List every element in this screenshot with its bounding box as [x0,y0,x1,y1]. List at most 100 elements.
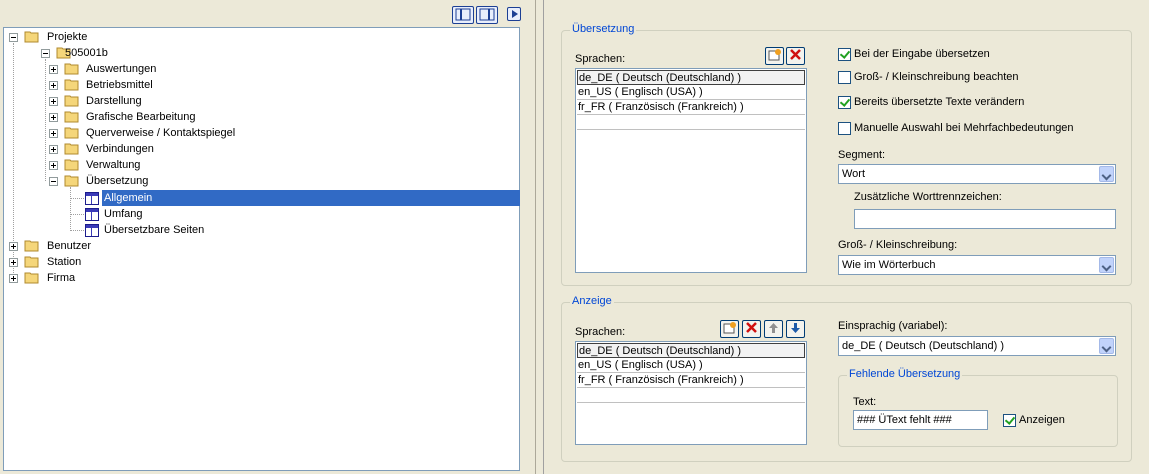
expand-icon[interactable] [9,258,18,267]
collapse-icon[interactable] [49,177,58,186]
tree-node-label: Grafische Bearbeitung [86,111,196,123]
tree-node-betriebsmittel[interactable]: Betriebsmittel [48,77,348,93]
display-group: Anzeige Sprachen: de_DE ( Deutsch (Deuts… [561,295,1132,462]
tree-node-verwaltung[interactable]: Verwaltung [48,157,348,173]
tree-node-umfang[interactable]: Umfang [84,206,284,222]
modify-translated-label: Bereits übersetzte Texte verändern [854,96,1025,108]
tree-node-label: Firma [47,272,76,284]
tree-node-station[interactable]: Station [8,254,208,270]
translate-on-input-checkbox[interactable] [838,48,851,61]
tree-node-darstellung[interactable]: Darstellung [48,93,348,109]
remove-display-language-button[interactable] [742,320,761,338]
translation-languages-list[interactable]: de_DE ( Deutsch (Deutschland) ) en_US ( … [575,68,807,273]
folder-open-icon [24,31,39,43]
list-item-empty[interactable] [577,388,805,403]
expand-icon[interactable] [49,65,58,74]
tree-node-allgemein[interactable]: Allgemein [84,190,520,206]
case-mode-select-value: Wie im Wörterbuch [842,259,936,271]
tree-node-verbindungen[interactable]: Verbindungen [48,141,348,157]
tree-node-auswertungen[interactable]: Auswertungen [48,61,348,77]
monolingual-select-value: de_DE ( Deutsch (Deutschland) ) [842,340,1005,352]
folder-icon [24,240,39,252]
manual-selection-label: Manuelle Auswahl bei Mehrfachbedeutungen [854,122,1074,134]
show-missing-checkbox[interactable] [1003,414,1016,427]
segment-select[interactable]: Wort [838,164,1116,184]
delete-icon [790,49,801,60]
expand-icon[interactable] [49,161,58,170]
list-item-empty[interactable] [577,115,805,130]
monolingual-label: Einsprachig (variabel): [838,320,948,332]
expand-icon[interactable] [49,81,58,90]
folder-icon [64,95,79,107]
list-item[interactable]: de_DE ( Deutsch (Deutschland) ) [577,343,805,358]
expand-icon[interactable] [49,129,58,138]
tree-node-label: Station [47,256,82,268]
missing-translation-group: Fehlende Übersetzung Text: ### ÜText feh… [838,368,1118,447]
folder-icon [64,63,79,75]
navigation-panel: Projekte 505001b Auswertungen Betriebsmi… [0,0,525,474]
chevron-down-icon[interactable] [1099,257,1114,273]
add-display-language-button[interactable] [720,320,739,338]
list-item[interactable]: fr_FR ( Französisch (Frankreich) ) [577,100,805,115]
extra-separators-input[interactable] [854,209,1116,229]
split-view-button[interactable] [452,6,474,24]
display-languages-list[interactable]: de_DE ( Deutsch (Deutschland) ) en_US ( … [575,341,807,445]
tree-node-uebersetzung[interactable]: Übersetzung [48,173,348,189]
settings-panel: Übersetzung Sprachen: de_DE ( Deutsch (D… [543,0,1149,474]
folder-icon [64,159,79,171]
tree-node-benutzer[interactable]: Benutzer [8,238,208,254]
expand-icon[interactable] [9,274,18,283]
move-up-button[interactable] [764,320,783,338]
delete-icon [746,322,757,333]
match-case-checkbox[interactable] [838,71,851,84]
move-down-button[interactable] [786,320,805,338]
tree-line [45,59,47,181]
tree-node-label: Übersetzbare Seiten [104,224,205,236]
expand-icon[interactable] [49,97,58,106]
tree-line [70,187,72,229]
expand-view-button[interactable] [476,6,498,24]
case-mode-label: Groß- / Kleinschreibung: [838,239,958,251]
expand-icon[interactable] [49,145,58,154]
project-tree[interactable]: Projekte 505001b Auswertungen Betriebsmi… [3,27,520,471]
list-item[interactable]: en_US ( Englisch (USA) ) [577,85,805,100]
list-item[interactable]: de_DE ( Deutsch (Deutschland) ) [577,70,805,85]
match-case-label: Groß- / Kleinschreibung beachten [854,71,1019,83]
tree-node-firma[interactable]: Firma [8,270,208,286]
tree-node-project-505001b[interactable]: 505001b [40,45,240,61]
tree-node-querverweise[interactable]: Querverweise / Kontaktspiegel [48,125,348,141]
remove-language-button[interactable] [786,47,805,65]
chevron-down-icon[interactable] [1099,338,1114,354]
page-icon [85,208,99,221]
tree-line [70,214,84,216]
expand-icon[interactable] [49,113,58,122]
tree-node-label: Allgemein [102,190,520,206]
expand-view-icon [479,8,495,21]
modify-translated-checkbox[interactable] [838,96,851,109]
collapse-icon[interactable] [9,33,18,42]
tree-node-label: Projekte [47,31,88,43]
list-item[interactable]: fr_FR ( Französisch (Frankreich) ) [577,373,805,388]
play-button[interactable] [507,7,521,21]
tree-node-label: Auswertungen [86,63,157,75]
missing-text-input[interactable]: ### ÜText fehlt ### [853,410,988,430]
chevron-down-icon[interactable] [1099,166,1114,182]
list-item[interactable]: en_US ( Englisch (USA) ) [577,358,805,373]
missing-text-label: Text: [853,396,877,408]
display-languages-label: Sprachen: [575,326,626,338]
tree-node-projekte[interactable]: Projekte [8,29,208,45]
manual-selection-checkbox[interactable] [838,122,851,135]
case-mode-select[interactable]: Wie im Wörterbuch [838,255,1116,275]
segment-label: Segment: [838,149,886,161]
tree-node-label: 505001b [65,47,108,59]
monolingual-select[interactable]: de_DE ( Deutsch (Deutschland) ) [838,336,1116,356]
panel-splitter[interactable] [525,0,536,474]
display-group-title: Anzeige [570,295,614,307]
show-missing-label: Anzeigen [1019,414,1065,426]
add-language-button[interactable] [765,47,784,65]
collapse-icon[interactable] [41,49,50,58]
arrow-down-icon [791,323,800,333]
expand-icon[interactable] [9,242,18,251]
tree-node-uebersetzbare-seiten[interactable]: Übersetzbare Seiten [84,222,284,238]
tree-node-grafische-bearbeitung[interactable]: Grafische Bearbeitung [48,109,348,125]
